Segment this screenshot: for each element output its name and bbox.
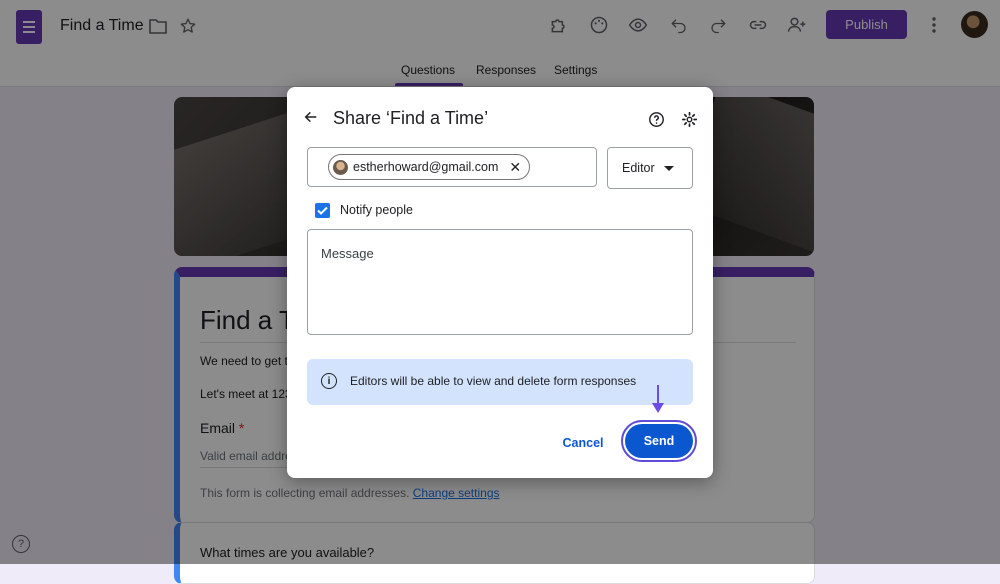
info-icon: i (321, 373, 337, 389)
dropdown-caret-icon (664, 166, 674, 171)
info-text: Editors will be able to view and delete … (350, 374, 637, 388)
back-arrow-icon[interactable] (301, 107, 321, 127)
share-dialog: Share ‘Find a Time’ estherhoward@gmail.c… (287, 87, 713, 478)
message-textarea[interactable]: Message (307, 229, 693, 335)
notify-people-checkbox[interactable] (315, 203, 330, 218)
cancel-button[interactable]: Cancel (553, 432, 613, 454)
recipient-avatar (333, 159, 348, 175)
dialog-title: Share ‘Find a Time’ (333, 108, 489, 128)
notify-people-label[interactable]: Notify people (340, 203, 413, 217)
editor-info-banner: i Editors will be able to view and delet… (307, 359, 693, 405)
pointer-arrow-head (652, 403, 664, 413)
remove-recipient-icon[interactable]: ✕ (509, 160, 521, 174)
message-placeholder: Message (321, 246, 374, 261)
add-people-input[interactable]: estherhoward@gmail.com ✕ (307, 147, 597, 187)
role-value: Editor (622, 161, 655, 175)
settings-gear-icon[interactable] (679, 109, 699, 129)
recipient-email: estherhoward@gmail.com (353, 160, 499, 174)
send-button[interactable]: Send (625, 424, 693, 458)
role-dropdown[interactable]: Editor (607, 147, 693, 189)
help-icon[interactable] (646, 109, 666, 129)
recipient-chip[interactable]: estherhoward@gmail.com ✕ (328, 154, 531, 180)
